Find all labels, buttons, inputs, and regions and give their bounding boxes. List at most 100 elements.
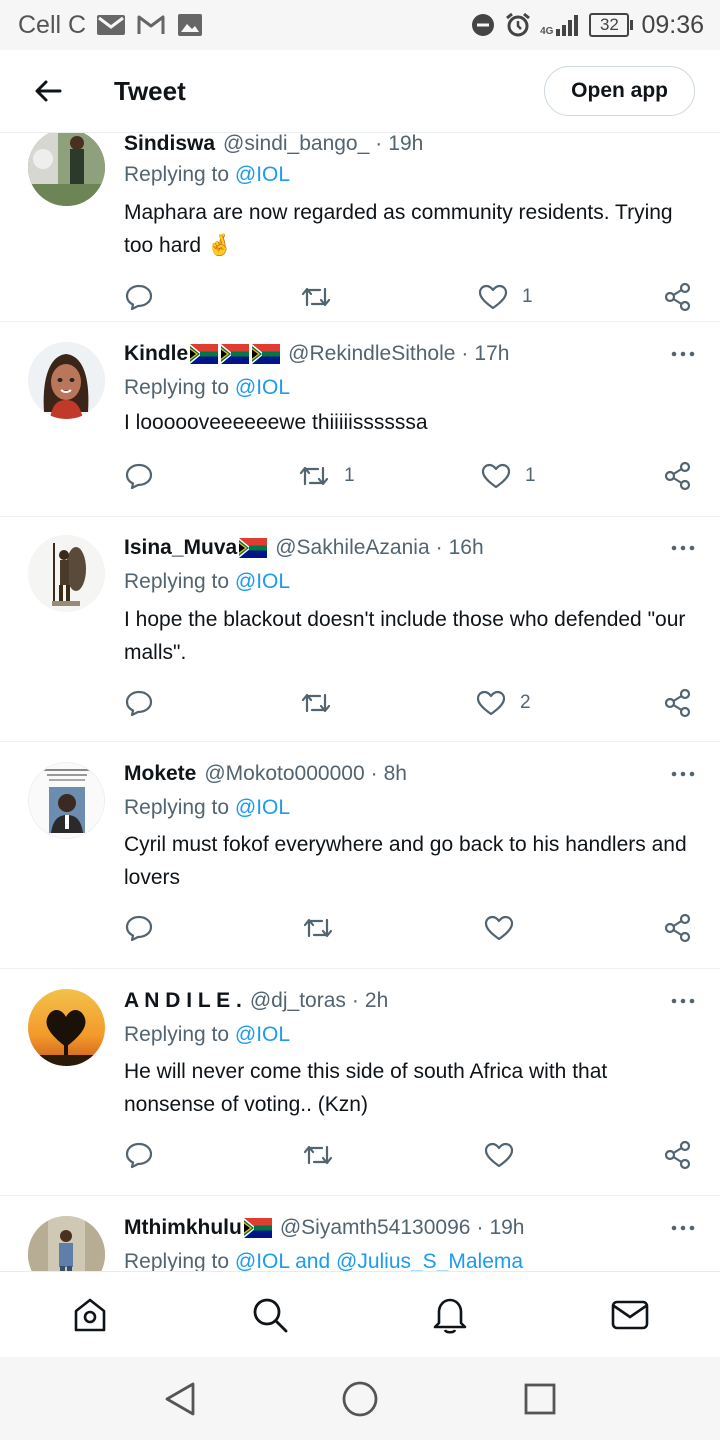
system-recents-button[interactable] bbox=[518, 1377, 562, 1421]
tweet[interactable]: Sindiswa @sindi_bango_ · 19h Replying to… bbox=[0, 132, 720, 322]
reply-mention-link[interactable]: @IOL bbox=[235, 570, 290, 593]
like-count: 1 bbox=[522, 286, 533, 307]
share-button[interactable] bbox=[663, 277, 693, 317]
avatar[interactable] bbox=[28, 132, 105, 206]
retweet-button[interactable] bbox=[300, 277, 346, 317]
tweet[interactable]: Mthimkhulu @Siyamth54130096 · 19h Replyi… bbox=[0, 1196, 720, 1271]
south-africa-flag-icon bbox=[190, 344, 219, 364]
like-icon bbox=[484, 1142, 514, 1168]
display-name[interactable]: A N D I L E . bbox=[124, 989, 242, 1013]
tweet-text: He will never come this side of south Af… bbox=[124, 1060, 608, 1116]
display-name[interactable]: Mthimkhulu bbox=[124, 1216, 242, 1240]
home-circle-icon bbox=[342, 1381, 378, 1417]
tweet-time[interactable]: 2h bbox=[365, 989, 388, 1013]
like-icon bbox=[476, 690, 506, 716]
system-home-button[interactable] bbox=[338, 1377, 382, 1421]
tweet-header: Mthimkhulu @Siyamth54130096 · 19h bbox=[124, 1213, 698, 1243]
battery-indicator: 32 bbox=[589, 13, 634, 37]
share-button[interactable] bbox=[663, 683, 693, 723]
tweet-time[interactable]: 19h bbox=[489, 1216, 524, 1240]
tweet[interactable]: A N D I L E . @dj_toras · 2h Replying to… bbox=[0, 969, 720, 1196]
like-button[interactable]: 1 bbox=[481, 456, 536, 496]
share-button[interactable] bbox=[663, 456, 693, 496]
page-title: Tweet bbox=[114, 75, 186, 106]
avatar[interactable] bbox=[28, 535, 105, 612]
display-name[interactable]: Isina_Muva bbox=[124, 536, 237, 560]
reply-mention-link[interactable]: @IOL bbox=[235, 796, 290, 819]
share-button[interactable] bbox=[663, 1135, 693, 1175]
display-name[interactable]: Sindiswa bbox=[124, 132, 215, 156]
share-icon bbox=[664, 461, 691, 491]
user-handle[interactable]: @sindi_bango_ bbox=[223, 132, 369, 156]
user-handle[interactable]: @dj_toras bbox=[250, 989, 346, 1013]
tweet-actions: 2 bbox=[0, 683, 720, 723]
retweet-button[interactable] bbox=[302, 908, 348, 948]
reply-button[interactable] bbox=[125, 277, 167, 317]
like-button[interactable]: 2 bbox=[476, 683, 531, 723]
more-button[interactable] bbox=[668, 986, 698, 1016]
tweet[interactable]: Kindle @RekindleSithole · 17h Replying t… bbox=[0, 322, 720, 517]
carrier-label: Cell C bbox=[18, 10, 87, 39]
replying-to: Replying to @IOL and @Julius_S_Malema bbox=[124, 1250, 523, 1271]
like-icon bbox=[478, 284, 508, 310]
tweet[interactable]: Isina_Muva @SakhileAzania · 16h Replying… bbox=[0, 517, 720, 742]
avatar[interactable] bbox=[28, 989, 105, 1066]
like-button[interactable]: 1 bbox=[478, 277, 533, 317]
display-name[interactable]: Kindle bbox=[124, 342, 188, 366]
reply-button[interactable] bbox=[125, 1135, 167, 1175]
user-handle[interactable]: @Mokoto000000 bbox=[204, 762, 364, 786]
tweet-actions: 1 1 bbox=[0, 456, 720, 496]
back-button[interactable] bbox=[18, 61, 78, 121]
more-button[interactable] bbox=[668, 339, 698, 369]
gmail-icon bbox=[136, 13, 166, 37]
display-name[interactable]: Mokete bbox=[124, 762, 196, 786]
reply-button[interactable] bbox=[125, 456, 167, 496]
retweet-button[interactable] bbox=[302, 1135, 348, 1175]
reply-mention-link[interactable]: @IOL bbox=[235, 376, 290, 399]
reply-mention-link[interactable]: @IOL bbox=[235, 1023, 290, 1046]
system-back-button[interactable] bbox=[158, 1377, 202, 1421]
flag-emojis bbox=[239, 538, 268, 558]
nav-search-button[interactable] bbox=[248, 1293, 292, 1337]
recents-square-icon bbox=[524, 1383, 556, 1415]
separator-dot: · bbox=[461, 342, 469, 365]
tweet-time[interactable]: 17h bbox=[474, 342, 509, 366]
nav-home-button[interactable] bbox=[68, 1293, 112, 1337]
email-icon bbox=[96, 13, 126, 37]
tweet-time[interactable]: 16h bbox=[449, 536, 484, 560]
system-navigation bbox=[0, 1357, 720, 1440]
open-app-button[interactable]: Open app bbox=[544, 66, 695, 116]
avatar[interactable] bbox=[28, 762, 105, 839]
reply-button[interactable] bbox=[125, 908, 167, 948]
tweet[interactable]: Mokete @Mokoto000000 · 8h Replying to @I… bbox=[0, 742, 720, 969]
reply-feed[interactable]: Sindiswa @sindi_bango_ · 19h Replying to… bbox=[0, 132, 720, 1271]
like-button[interactable] bbox=[484, 908, 528, 948]
share-button[interactable] bbox=[663, 908, 693, 948]
avatar[interactable] bbox=[28, 1216, 105, 1271]
tweet-time[interactable]: 19h bbox=[388, 132, 423, 156]
user-handle[interactable]: @RekindleSithole bbox=[288, 342, 455, 366]
user-handle[interactable]: @Siyamth54130096 bbox=[280, 1216, 471, 1240]
tweet-time[interactable]: 8h bbox=[384, 762, 407, 786]
like-count: 1 bbox=[525, 465, 536, 486]
retweet-button[interactable] bbox=[300, 683, 346, 723]
like-button[interactable] bbox=[484, 1135, 528, 1175]
separator-dot: · bbox=[370, 762, 378, 785]
nav-notifications-button[interactable] bbox=[428, 1293, 472, 1337]
more-button[interactable] bbox=[668, 759, 698, 789]
more-button[interactable] bbox=[668, 533, 698, 563]
tweet-header: Sindiswa @sindi_bango_ · 19h bbox=[124, 132, 698, 159]
user-handle[interactable]: @SakhileAzania bbox=[275, 536, 429, 560]
reply-button[interactable] bbox=[125, 683, 167, 723]
reply-mention-link[interactable]: @IOL and @Julius_S_Malema bbox=[235, 1250, 523, 1271]
messages-icon bbox=[611, 1300, 649, 1330]
reply-icon bbox=[125, 1142, 153, 1169]
more-button[interactable] bbox=[668, 1213, 698, 1243]
retweet-icon bbox=[303, 1145, 333, 1165]
replying-to: Replying to @IOL bbox=[124, 376, 290, 400]
retweet-button[interactable]: 1 bbox=[298, 456, 355, 496]
nav-messages-button[interactable] bbox=[608, 1293, 652, 1337]
avatar[interactable] bbox=[28, 342, 105, 419]
reply-mention-link[interactable]: @IOL bbox=[235, 163, 290, 186]
more-icon bbox=[671, 998, 695, 1004]
